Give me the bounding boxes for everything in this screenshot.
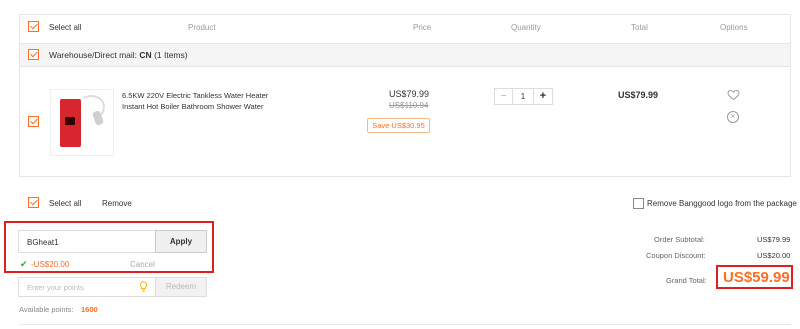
coupon-discount-value: US$20.00 xyxy=(757,251,791,260)
cancel-coupon-link[interactable]: Cancel xyxy=(130,260,155,269)
remove-logo-checkbox[interactable] xyxy=(633,198,644,209)
quantity-stepper: − 1 + xyxy=(494,88,553,105)
warehouse-country: CN xyxy=(139,50,152,60)
remove-selected-link[interactable]: Remove xyxy=(102,199,132,208)
apply-coupon-button[interactable]: Apply xyxy=(155,230,207,253)
coupon-discount-label: Coupon Discount: xyxy=(646,251,706,260)
coupon-discount: -US$20.00 xyxy=(31,260,70,269)
product-title-line2[interactable]: Instant Hot Boiler Bathroom Shower Water xyxy=(122,102,263,111)
select-all-label: Select all xyxy=(49,23,82,32)
product-thumbnail[interactable] xyxy=(50,89,114,156)
check-icon: ✔ xyxy=(20,259,28,269)
coupon-code-value: BGheat1 xyxy=(27,238,59,247)
item-checkbox[interactable] xyxy=(28,116,39,127)
available-points-value: 1600 xyxy=(81,305,98,314)
subtotal-value: US$79.99 xyxy=(757,235,791,244)
save-badge: Save US$30.95 xyxy=(367,118,430,133)
warehouse-count: (1 Items) xyxy=(154,50,188,60)
qty-input[interactable]: 1 xyxy=(513,89,533,104)
column-total: Total xyxy=(631,23,648,32)
coupon-code-input[interactable]: BGheat1 xyxy=(18,230,156,253)
bottom-divider xyxy=(19,324,791,325)
points-placeholder: Enter your points xyxy=(27,283,84,292)
grand-total-highlight: US$59.99 xyxy=(716,265,793,289)
subtotal-label: Order Subtotal: xyxy=(654,235,705,244)
grand-total-value: US$59.99 xyxy=(723,269,790,286)
remove-item-icon[interactable]: × xyxy=(727,111,739,123)
select-all-checkbox[interactable] xyxy=(28,21,39,32)
footer-select-all-checkbox[interactable] xyxy=(28,197,39,208)
item-original-price: US$110.94 xyxy=(389,101,429,110)
redeem-button[interactable]: Redeem xyxy=(155,277,207,297)
warehouse-checkbox[interactable] xyxy=(28,49,39,60)
item-total: US$79.99 xyxy=(618,90,659,100)
points-input[interactable]: Enter your points xyxy=(18,277,156,297)
qty-plus-button[interactable]: + xyxy=(533,89,552,104)
remove-logo-label: Remove Banggood logo from the package xyxy=(647,199,797,208)
warehouse-heading: Warehouse/Direct mail: CN (1 Items) xyxy=(49,50,188,60)
qty-minus-button[interactable]: − xyxy=(495,89,513,104)
product-title-line1[interactable]: 6.5KW 220V Electric Tankless Water Heate… xyxy=(122,91,268,100)
column-options: Options xyxy=(720,23,748,32)
available-points-label: Available points: xyxy=(19,305,74,314)
heart-icon[interactable] xyxy=(727,88,740,101)
grand-total-label: Grand Total: xyxy=(666,276,707,285)
item-price: US$79.99 xyxy=(389,89,430,99)
column-quantity: Quantity xyxy=(511,23,541,32)
warehouse-label: Warehouse/Direct mail: xyxy=(49,50,138,60)
column-price: Price xyxy=(413,23,432,32)
footer-select-all-label: Select all xyxy=(49,199,82,208)
lightbulb-icon[interactable] xyxy=(139,281,148,292)
column-product: Product xyxy=(188,23,216,32)
